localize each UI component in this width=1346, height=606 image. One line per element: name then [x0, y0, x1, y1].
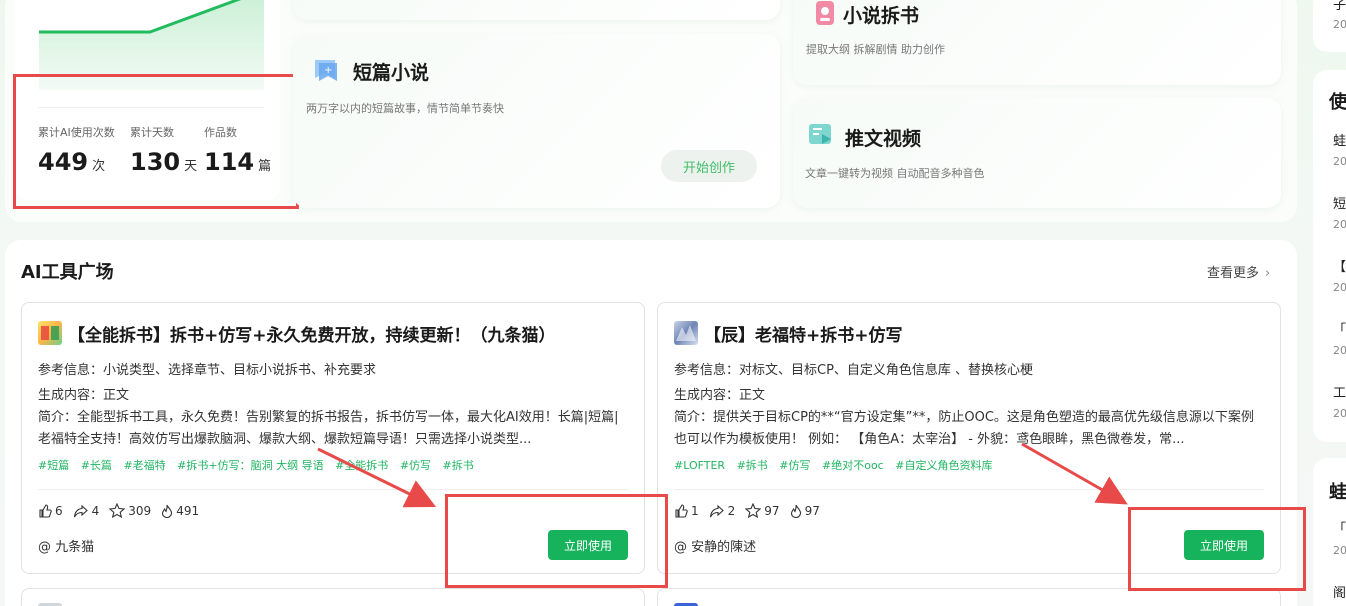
feature-card-peek[interactable] [293, 0, 780, 20]
feature-card-novel-split[interactable]: 小说拆书 提取大纲 拆解剧情 助力创作 [793, 0, 1281, 85]
sidebar-item[interactable]: 【 [1333, 256, 1346, 275]
see-more-link[interactable]: 查看更多 › [1207, 262, 1270, 281]
tool-description: 简介：提供关于目标CP的**“官方设定集”**，防止OOC。这是角色塑造的最高优… [674, 410, 1254, 447]
annotation-box-use-button-1 [445, 494, 668, 588]
share-icon [73, 504, 88, 517]
tool-card-peek[interactable] [21, 588, 645, 606]
tool-title[interactable]: 【辰】老福特+拆书+仿写 [704, 321, 903, 346]
tool-ref-info: 参考信息：对标文、目标CP、自定义角色信息库 、替换核心梗 [674, 363, 1034, 378]
like-stat[interactable]: 1 [674, 504, 699, 518]
tag[interactable]: #仿写 [400, 459, 431, 472]
tag[interactable]: #仿写 [779, 459, 810, 472]
divider [38, 489, 628, 490]
sidebar-item[interactable]: 「 [1333, 518, 1346, 537]
start-create-button[interactable]: 开始创作 [661, 150, 757, 182]
sidebar-item-date: 20 [1333, 218, 1346, 231]
chevron-right-icon: › [1265, 266, 1271, 281]
usage-stat: 491 [161, 504, 199, 518]
tool-gen-content: 生成内容：正文 [674, 388, 766, 403]
star-icon [745, 503, 762, 518]
tool-stats: 1 2 97 97 [674, 503, 830, 518]
novel-split-title: 小说拆书 [843, 5, 920, 27]
promo-video-desc: 文章一键转为视频 自动配音多种音色 [805, 167, 985, 180]
sidebar-item-date: 20 [1333, 344, 1346, 357]
sidebar-item-date: 20 [1333, 281, 1346, 294]
sidebar-heading: 使 [1329, 92, 1346, 113]
novel-split-icon [816, 1, 834, 25]
tag[interactable]: #LOFTER [674, 459, 725, 472]
tag[interactable]: #拆书 [737, 459, 768, 472]
feature-card-promo-video[interactable]: 推文视频 文章一键转为视频 自动配音多种音色 [793, 98, 1281, 208]
svg-text:+: + [324, 65, 332, 76]
tag[interactable]: #拆书+仿写：脑洞 大纲 导语 [177, 459, 323, 472]
short-novel-icon: + [315, 60, 337, 81]
tool-title[interactable]: 【全能拆书】拆书+仿写+永久免费开放，持续更新！（九条猫） [68, 321, 556, 346]
flame-icon [162, 504, 173, 518]
sidebar-item-date: 20 [1333, 18, 1346, 31]
tag[interactable]: #拆书 [443, 459, 474, 472]
novel-split-desc: 提取大纲 拆解剧情 助力创作 [806, 43, 945, 56]
sidebar-item[interactable]: 「 [1333, 319, 1346, 338]
star-icon [109, 503, 126, 518]
tool-avatar [38, 321, 62, 345]
sidebar-item-date: 20 [1333, 407, 1346, 420]
tool-plaza-title: AI工具广场 [21, 262, 114, 283]
tag[interactable]: #老福特 [123, 459, 165, 472]
promo-video-title: 推文视频 [845, 128, 922, 150]
thumb-up-icon [675, 503, 688, 518]
flame-icon [790, 504, 801, 518]
favorite-stat[interactable]: 309 [109, 503, 151, 518]
sidebar-item[interactable]: 工 [1333, 382, 1346, 401]
tool-tags: #短篇 #长篇 #老福特 #拆书+仿写：脑洞 大纲 导语 #全能拆书 #仿写 #… [38, 457, 482, 473]
divider [674, 489, 1264, 490]
tag[interactable]: #长篇 [81, 459, 112, 472]
tag[interactable]: #短篇 [38, 459, 69, 472]
share-stat[interactable]: 4 [73, 504, 99, 518]
sidebar-item-date: 20 [1333, 544, 1346, 557]
split-book-logo-icon [41, 326, 59, 340]
short-novel-title: 短篇小说 [353, 62, 430, 84]
tag[interactable]: #绝对不ooc [822, 459, 884, 472]
sidebar-item[interactable]: 子 [1333, 0, 1346, 13]
sidebar-item[interactable]: 短 [1333, 193, 1346, 212]
tag[interactable]: #全能拆书 [335, 459, 388, 472]
tag[interactable]: #自定义角色资料库 [895, 459, 992, 472]
tool-stats: 6 4 309 491 [38, 503, 209, 518]
avatar-pattern-icon [676, 325, 696, 341]
usage-stat: 97 [790, 504, 820, 518]
tool-description: 简介：全能型拆书工具，永久免费！告别繁复的拆书报告，拆书仿写一体，最大化AI效用… [38, 410, 619, 447]
sidebar-item[interactable]: 蛙 [1333, 130, 1346, 149]
short-novel-desc: 两万字以内的短篇故事，情节简单节奏快 [306, 102, 504, 115]
share-stat[interactable]: 2 [709, 504, 735, 518]
tool-author[interactable]: @ 安静的陳述 [674, 536, 756, 555]
tool-tags: #LOFTER #拆书 #仿写 #绝对不ooc #自定义角色资料库 [674, 457, 1000, 473]
sidebar-item[interactable]: 阁 [1333, 582, 1346, 601]
thumb-up-icon [39, 503, 52, 518]
sidebar-item-date: 20 [1333, 155, 1346, 168]
tool-author[interactable]: @ 九条猫 [38, 536, 94, 555]
share-icon [709, 504, 724, 517]
promo-video-icon [809, 124, 831, 144]
annotation-box-stats [13, 74, 299, 209]
feature-card-short-novel[interactable]: + 短篇小说 两万字以内的短篇故事，情节简单节奏快 开始创作 [293, 34, 780, 208]
tool-ref-info: 参考信息：小说类型、选择章节、目标小说拆书、补充要求 [38, 363, 377, 378]
favorite-stat[interactable]: 97 [745, 503, 780, 518]
like-stat[interactable]: 6 [38, 504, 63, 518]
annotation-box-use-button-2 [1128, 507, 1306, 591]
sidebar-heading: 蛙 [1329, 482, 1346, 503]
tool-gen-content: 生成内容：正文 [38, 388, 130, 403]
tool-avatar [674, 321, 698, 345]
